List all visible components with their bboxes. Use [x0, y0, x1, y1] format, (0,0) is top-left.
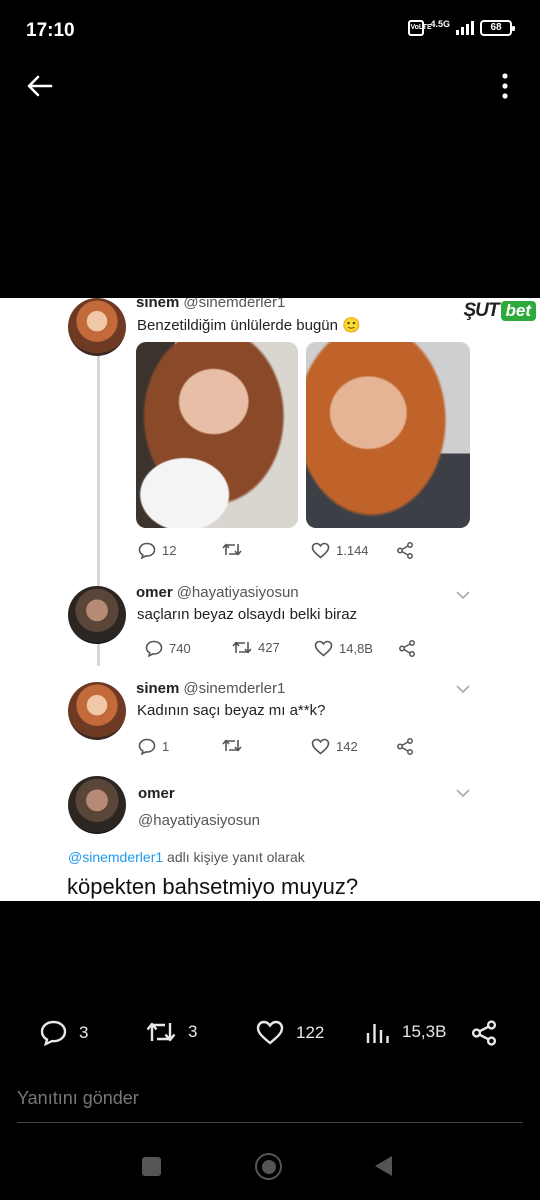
network-type-label: 4.5G	[430, 18, 450, 29]
reply-count: 740	[145, 640, 191, 657]
views-button[interactable]: 15,3B	[366, 1020, 446, 1044]
tweet-text: saçların beyaz olsaydı belki biraz	[137, 606, 358, 623]
back-button[interactable]	[20, 66, 60, 106]
reply-icon	[138, 542, 156, 559]
avatar	[68, 776, 126, 834]
retweet-icon	[232, 641, 252, 654]
retweet-icon	[222, 739, 242, 752]
retweet-count	[222, 542, 242, 557]
tweet-photo	[306, 342, 470, 528]
avatar	[68, 682, 126, 740]
share-icon-wrap	[396, 738, 414, 755]
reply-icon	[145, 640, 163, 657]
tweet-author: sinem @sinemderler1	[136, 298, 286, 311]
share-icon	[399, 640, 415, 657]
chevron-down-icon	[456, 789, 470, 798]
reply-input-underline	[17, 1122, 523, 1123]
reply-count-label: 3	[79, 1023, 89, 1042]
tweet-author: omer	[138, 785, 175, 802]
tweet-author: omer @hayatiyasiyosun	[136, 584, 299, 601]
chevron-down-icon	[456, 591, 470, 600]
reply-count: 1	[138, 738, 169, 755]
share-icon-wrap	[396, 542, 414, 559]
share-icon	[471, 1020, 497, 1046]
retweet-icon	[222, 543, 242, 556]
views-chart-icon	[366, 1024, 389, 1043]
more-vertical-icon	[502, 73, 508, 99]
tweet-author: sinem @sinemderler1	[136, 680, 286, 697]
retweet-button[interactable]: 3	[146, 1020, 197, 1044]
reply-input[interactable]: Yanıtını gönder	[17, 1088, 139, 1109]
tweet-text: Benzetildiğim ünlülerde bugün 🙂	[137, 317, 361, 334]
more-options-button[interactable]	[488, 66, 522, 106]
views-count-label: 15,3B	[402, 1022, 447, 1041]
share-icon-wrap	[398, 640, 416, 657]
reply-icon	[138, 738, 156, 755]
battery-level: 68	[490, 22, 502, 33]
reply-count: 12	[138, 542, 176, 559]
like-button[interactable]: 122	[256, 1020, 324, 1045]
battery-icon: 68	[480, 20, 515, 36]
back-nav-button[interactable]	[375, 1156, 392, 1176]
recents-nav-button[interactable]	[142, 1157, 161, 1176]
heart-icon	[256, 1020, 284, 1045]
status-icons: VoLTE 4.5G 68	[408, 18, 515, 36]
like-count: 1.144	[311, 542, 369, 559]
retweet-count	[222, 738, 242, 753]
like-count: 142	[311, 738, 358, 755]
share-button[interactable]	[471, 1020, 497, 1046]
avatar	[68, 586, 126, 644]
signal-icon	[456, 21, 474, 35]
home-circle-icon	[261, 1159, 276, 1174]
retweet-icon	[146, 1022, 176, 1042]
status-bar: 17:10 VoLTE 4.5G 68	[0, 0, 540, 62]
status-time: 17:10	[26, 20, 75, 41]
like-count-label: 122	[296, 1022, 325, 1042]
reply-button[interactable]: 3	[40, 1020, 88, 1046]
arrow-left-icon	[27, 75, 53, 97]
tweet-photo	[136, 342, 298, 528]
retweet-count-label: 3	[188, 1022, 198, 1041]
tweet-text-main: köpekten bahsetmiyo muyuz?	[67, 874, 359, 899]
reply-icon	[40, 1020, 67, 1046]
tweet-handle: @hayatiyasiyosun	[138, 812, 260, 829]
like-count: 14,8B	[314, 640, 373, 657]
home-nav-button[interactable]	[255, 1153, 282, 1180]
volte-icon: VoLTE	[408, 20, 432, 36]
avatar	[68, 298, 126, 356]
retweet-count: 427	[232, 640, 280, 655]
chevron-down-icon	[456, 685, 470, 694]
share-icon	[397, 738, 413, 755]
heart-icon	[314, 640, 333, 657]
watermark-logo: ŞUT bet	[464, 300, 536, 322]
heart-icon	[311, 542, 330, 559]
tweet-text: Kadının saçı beyaz mı a**k?	[137, 702, 326, 719]
tweet-screenshot-image[interactable]: ŞUT bet sinem @sinemderler1 Benzetildiğim…	[0, 298, 540, 901]
share-icon	[397, 542, 413, 559]
heart-icon	[311, 738, 330, 755]
reply-context: @sinemderler1 adlı kişiye yanıt olarak	[68, 849, 305, 865]
